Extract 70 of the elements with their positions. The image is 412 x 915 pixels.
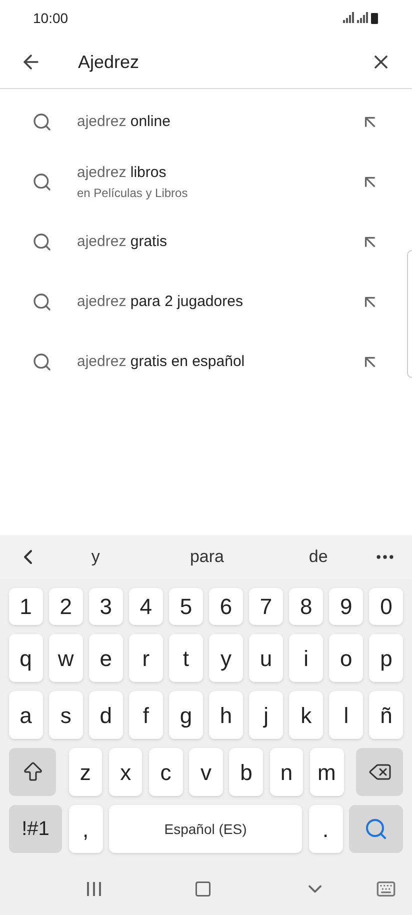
suggestion-text: ajedrez libros	[77, 162, 168, 183]
search-field[interactable]: Ajedrez	[78, 48, 370, 76]
keyboard-key[interactable]: x	[108, 748, 142, 796]
suggestion-item[interactable]: ajedrez online	[0, 92, 412, 152]
search-icon	[32, 172, 52, 192]
keyboard-key[interactable]: z	[68, 748, 102, 796]
keyboard-key[interactable]: .	[308, 805, 342, 853]
home-icon[interactable]	[194, 880, 212, 898]
search-key[interactable]	[349, 805, 403, 853]
keyboard-key[interactable]: d	[89, 691, 123, 739]
suggestion-subtitle: en Películas y Libros	[77, 185, 189, 202]
backspace-key[interactable]	[356, 748, 404, 796]
prediction-item[interactable]: y	[40, 544, 152, 570]
keyboard-key[interactable]: 6	[209, 588, 243, 625]
keyboard-key[interactable]: o	[329, 634, 363, 682]
keyboard-key[interactable]: ñ	[369, 691, 403, 739]
suggestion-text: ajedrez online	[77, 112, 172, 132]
keyboard-key[interactable]: 7	[249, 588, 283, 625]
keyboard-key[interactable]: q	[9, 634, 43, 682]
search-icon	[32, 292, 52, 312]
keyboard-key[interactable]: 2	[49, 588, 83, 625]
keyboard-key[interactable]: f	[129, 691, 163, 739]
keyboard-key[interactable]: r	[129, 634, 163, 682]
keyboard-key[interactable]: s	[49, 691, 83, 739]
suggestion-item[interactable]: ajedrez libros en Películas y Libros	[0, 152, 412, 212]
keyboard-key[interactable]: 9	[329, 588, 363, 625]
suggestion-text: ajedrez gratis en español	[77, 352, 246, 372]
prediction-item[interactable]: para	[151, 544, 263, 570]
keyboard-key[interactable]: u	[249, 634, 283, 682]
keyboard-key[interactable]: 3	[89, 588, 123, 625]
status-time: 10:00	[33, 8, 68, 28]
recent-apps-icon[interactable]	[86, 881, 102, 897]
keyboard-key[interactable]: j	[249, 691, 283, 739]
keyboard-key[interactable]: 0	[369, 588, 403, 625]
shift-key[interactable]	[9, 748, 56, 796]
keyboard-key[interactable]: i	[289, 634, 323, 682]
keyboard-key[interactable]: b	[229, 748, 264, 796]
prediction-item[interactable]: de	[262, 544, 374, 570]
keyboard-key[interactable]: p	[369, 634, 403, 682]
search-icon	[364, 817, 388, 841]
keyboard-key[interactable]: g	[169, 691, 203, 739]
suggestion-item[interactable]: ajedrez para 2 jugadores	[0, 272, 412, 332]
keyboard-key[interactable]: v	[189, 748, 223, 796]
suggestion-text: ajedrez gratis	[77, 232, 168, 252]
keyboard-key[interactable]: m	[310, 748, 344, 796]
keyboard-key[interactable]: c	[148, 748, 183, 796]
keyboard-key[interactable]: w	[49, 634, 83, 682]
search-icon	[32, 232, 52, 252]
suggestion-item[interactable]: ajedrez gratis	[0, 212, 412, 272]
search-icon	[32, 112, 52, 132]
keyboard-icon[interactable]	[376, 879, 396, 899]
keyboard-key[interactable]: ,	[68, 805, 102, 853]
space-key[interactable]: Español (ES)	[109, 805, 302, 853]
keyboard-key[interactable]: 5	[169, 588, 203, 625]
suggestion-text: ajedrez para 2 jugadores	[77, 292, 244, 312]
keyboard-key[interactable]: t	[169, 634, 203, 682]
keyboard-key[interactable]: 8	[289, 588, 323, 625]
status-icons	[343, 12, 379, 24]
suggestion-item[interactable]: ajedrez gratis en español	[0, 332, 412, 392]
search-icon	[32, 352, 52, 372]
keyboard-key[interactable]: 4	[129, 588, 163, 625]
keyboard-key[interactable]: y	[209, 634, 243, 682]
keyboard-key[interactable]: a	[9, 691, 43, 739]
symbols-key[interactable]: !#1	[9, 805, 62, 853]
keyboard-key[interactable]: n	[270, 748, 304, 796]
keyboard-key[interactable]: h	[209, 691, 243, 739]
keyboard-key[interactable]: e	[89, 634, 123, 682]
keyboard-key[interactable]: k	[289, 691, 323, 739]
keyboard-key[interactable]: 1	[9, 588, 43, 625]
keyboard-key[interactable]: l	[329, 691, 363, 739]
